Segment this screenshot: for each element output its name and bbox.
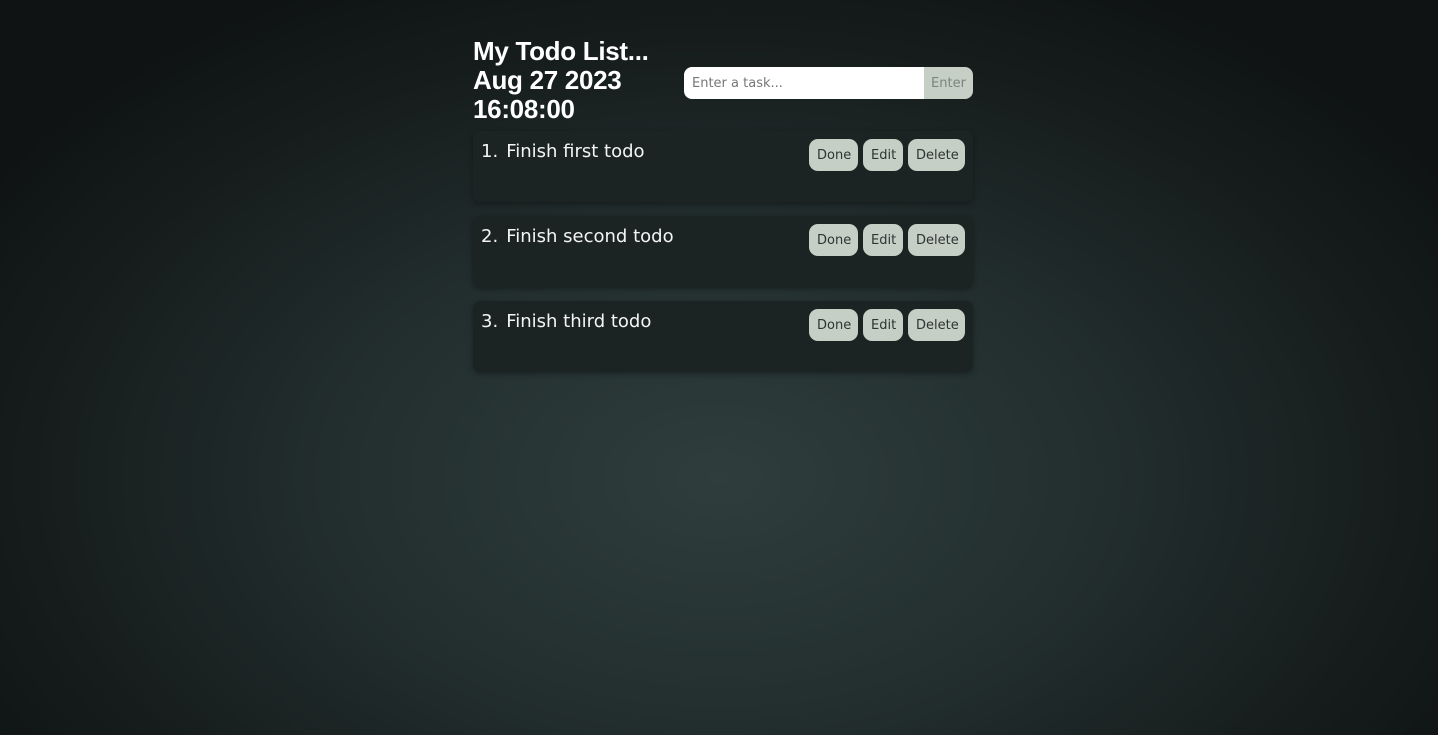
edit-button[interactable]: Edit [863,139,903,171]
todo-text: 1. Finish first todo [481,141,645,162]
current-time: 16:08:00 [473,93,575,124]
page-title: My Todo List... Aug 27 2023 16:08:00 [473,35,649,124]
todo-item: 3. Finish third todo Done Edit Delete [473,301,973,372]
current-date: Aug 27 2023 [473,64,622,95]
todo-index: 1. [481,141,499,162]
todo-label: Finish third todo [506,311,652,332]
todo-actions: Done Edit Delete [809,309,965,341]
todo-item: 1. Finish first todo Done Edit Delete [473,131,973,202]
done-button[interactable]: Done [809,224,858,256]
delete-button[interactable]: Delete [908,139,965,171]
title-text: My Todo List... [473,35,649,66]
todo-index: 2. [481,226,499,247]
app-header: My Todo List... Aug 27 2023 16:08:00 Ent… [473,34,973,126]
done-button[interactable]: Done [809,139,858,171]
done-button[interactable]: Done [809,309,858,341]
enter-button[interactable]: Enter [924,67,973,99]
task-input[interactable] [684,67,924,99]
delete-button[interactable]: Delete [908,224,965,256]
edit-button[interactable]: Edit [863,309,903,341]
todo-list: 1. Finish first todo Done Edit Delete 2. F… [473,131,973,372]
edit-button[interactable]: Edit [863,224,903,256]
todo-index: 3. [481,311,499,332]
todo-actions: Done Edit Delete [809,139,965,171]
todo-actions: Done Edit Delete [809,224,965,256]
todo-text: 2. Finish second todo [481,226,674,247]
todo-label: Finish first todo [506,141,645,162]
delete-button[interactable]: Delete [908,309,965,341]
todo-text: 3. Finish third todo [481,311,651,332]
add-task-form: Enter [684,67,973,99]
todo-label: Finish second todo [506,226,674,247]
todo-app: My Todo List... Aug 27 2023 16:08:00 Ent… [473,34,973,386]
todo-item: 2. Finish second todo Done Edit Delete [473,216,973,287]
